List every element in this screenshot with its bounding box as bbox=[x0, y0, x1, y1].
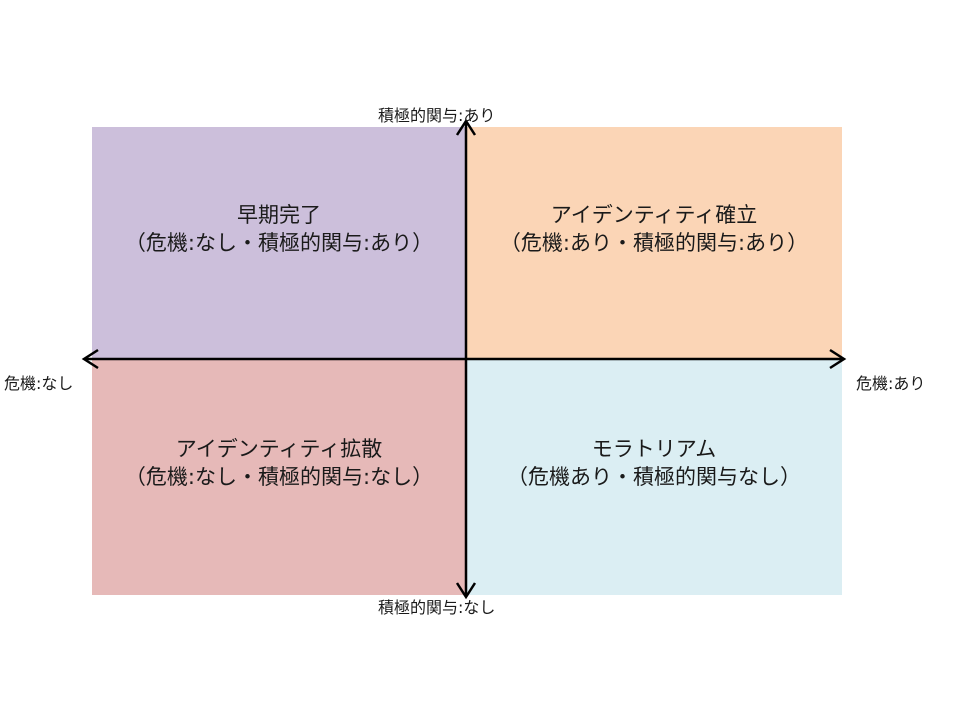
quadrant-title: アイデンティティ確立 bbox=[550, 203, 758, 227]
quadrant-identity-achievement: アイデンティティ確立 （危機:あり・積極的関与:あり） bbox=[466, 127, 842, 359]
axis-label-right: 危機:あり bbox=[856, 374, 926, 393]
quadrant-subtitle: （危機:あり・積極的関与:あり） bbox=[499, 231, 809, 255]
quadrant-title: アイデンティティ拡散 bbox=[175, 437, 383, 461]
axis-label-left: 危機:なし bbox=[4, 374, 74, 393]
quadrant-title: モラトリアム bbox=[591, 437, 717, 461]
quadrant-subtitle: （危機:なし・積極的関与:あり） bbox=[124, 231, 434, 255]
quadrant-title: 早期完了 bbox=[237, 203, 321, 227]
quadrant-moratorium: モラトリアム （危機あり・積極的関与なし） bbox=[466, 359, 842, 595]
quadrant-identity-diffusion: アイデンティティ拡散 （危機:なし・積極的関与:なし） bbox=[92, 359, 466, 595]
quadrant-subtitle: （危機:なし・積極的関与:なし） bbox=[124, 465, 434, 489]
axis-label-bottom: 積極的関与:なし bbox=[378, 598, 496, 617]
quadrant-subtitle: （危機あり・積極的関与なし） bbox=[507, 465, 801, 489]
axis-label-top: 積極的関与:あり bbox=[378, 106, 496, 125]
quadrant-foreclosure: 早期完了 （危機:なし・積極的関与:あり） bbox=[92, 127, 466, 359]
